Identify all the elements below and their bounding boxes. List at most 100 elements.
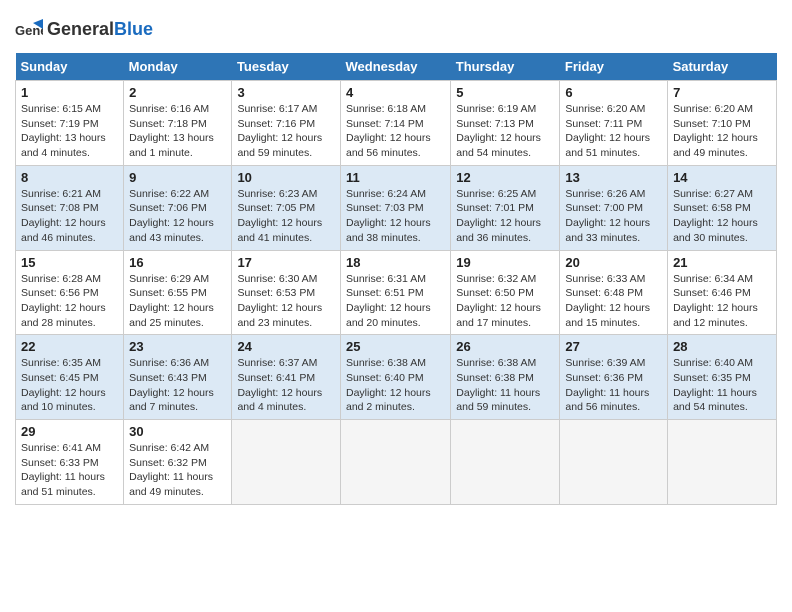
table-row bbox=[232, 420, 341, 505]
daylight-hours: Daylight: 12 hours and 41 minutes. bbox=[237, 216, 335, 245]
daylight-hours: Daylight: 12 hours and 49 minutes. bbox=[673, 131, 771, 160]
calendar-week-row: 22Sunrise: 6:35 AMSunset: 6:45 PMDayligh… bbox=[16, 335, 777, 420]
table-row: 5Sunrise: 6:19 AMSunset: 7:13 PMDaylight… bbox=[451, 81, 560, 166]
daylight-hours: Daylight: 11 hours and 56 minutes. bbox=[565, 386, 662, 415]
daylight-hours: Daylight: 12 hours and 54 minutes. bbox=[456, 131, 554, 160]
table-row: 19Sunrise: 6:32 AMSunset: 6:50 PMDayligh… bbox=[451, 250, 560, 335]
sunrise-time: Sunrise: 6:32 AM bbox=[456, 272, 554, 287]
sunrise-time: Sunrise: 6:35 AM bbox=[21, 356, 118, 371]
table-row: 26Sunrise: 6:38 AMSunset: 6:38 PMDayligh… bbox=[451, 335, 560, 420]
daylight-hours: Daylight: 11 hours and 59 minutes. bbox=[456, 386, 554, 415]
daylight-hours: Daylight: 12 hours and 25 minutes. bbox=[129, 301, 226, 330]
daylight-hours: Daylight: 12 hours and 7 minutes. bbox=[129, 386, 226, 415]
sunset-time: Sunset: 6:41 PM bbox=[237, 371, 335, 386]
daylight-hours: Daylight: 12 hours and 28 minutes. bbox=[21, 301, 118, 330]
table-row: 6 Sunrise: 6:20 AMSunset: 7:11 PMDaylight… bbox=[560, 81, 668, 166]
day-info: Sunrise: 6:24 AMSunset: 7:03 PMDaylight:… bbox=[346, 187, 445, 246]
daylight-hours: Daylight: 12 hours and 10 minutes. bbox=[21, 386, 118, 415]
day-number: 7 bbox=[673, 85, 771, 100]
sunrise-time: Sunrise: 6:24 AM bbox=[346, 187, 445, 202]
daylight-hours: Daylight: 12 hours and 59 minutes. bbox=[237, 131, 335, 160]
day-number: 1 bbox=[21, 85, 118, 100]
daylight-hours: Daylight: 12 hours and 20 minutes. bbox=[346, 301, 445, 330]
day-info: Sunrise: 6:38 AMSunset: 6:40 PMDaylight:… bbox=[346, 356, 445, 415]
sunrise-time: Sunrise: 6:30 AM bbox=[237, 272, 335, 287]
daylight-hours: Daylight: 12 hours and 46 minutes. bbox=[21, 216, 118, 245]
sunrise-time: Sunrise: 6:33 AM bbox=[565, 272, 662, 287]
daylight-hours: Daylight: 12 hours and 2 minutes. bbox=[346, 386, 445, 415]
sunrise-time: Sunrise: 6:31 AM bbox=[346, 272, 445, 287]
table-row bbox=[340, 420, 450, 505]
header-wednesday: Wednesday bbox=[340, 53, 450, 81]
daylight-hours: Daylight: 12 hours and 4 minutes. bbox=[237, 386, 335, 415]
daylight-hours: Daylight: 13 hours and 1 minute. bbox=[129, 131, 226, 160]
daylight-hours: Daylight: 12 hours and 36 minutes. bbox=[456, 216, 554, 245]
day-number: 18 bbox=[346, 255, 445, 270]
day-info: Sunrise: 6:33 AMSunset: 6:48 PMDaylight:… bbox=[565, 272, 662, 331]
table-row: 1Sunrise: 6:15 AMSunset: 7:19 PMDaylight… bbox=[16, 81, 124, 166]
day-number: 14 bbox=[673, 170, 771, 185]
table-row bbox=[668, 420, 777, 505]
day-info: Sunrise: 6:17 AMSunset: 7:16 PMDaylight:… bbox=[237, 102, 335, 161]
calendar-week-row: 8Sunrise: 6:21 AMSunset: 7:08 PMDaylight… bbox=[16, 165, 777, 250]
day-info: Sunrise: 6:21 AMSunset: 7:08 PMDaylight:… bbox=[21, 187, 118, 246]
logo-blue-text: Blue bbox=[114, 19, 153, 39]
day-info: Sunrise: 6:36 AMSunset: 6:43 PMDaylight:… bbox=[129, 356, 226, 415]
day-number: 25 bbox=[346, 339, 445, 354]
day-number: 12 bbox=[456, 170, 554, 185]
table-row: 27Sunrise: 6:39 AMSunset: 6:36 PMDayligh… bbox=[560, 335, 668, 420]
sunset-time: Sunset: 7:14 PM bbox=[346, 117, 445, 132]
sunset-time: Sunset: 6:32 PM bbox=[129, 456, 226, 471]
day-info: Sunrise: 6:35 AMSunset: 6:45 PMDaylight:… bbox=[21, 356, 118, 415]
header-monday: Monday bbox=[124, 53, 232, 81]
day-info: Sunrise: 6:40 AMSunset: 6:35 PMDaylight:… bbox=[673, 356, 771, 415]
day-number: 15 bbox=[21, 255, 118, 270]
day-number: 28 bbox=[673, 339, 771, 354]
daylight-hours: Daylight: 12 hours and 30 minutes. bbox=[673, 216, 771, 245]
day-number: 17 bbox=[237, 255, 335, 270]
day-number: 4 bbox=[346, 85, 445, 100]
table-row: 22Sunrise: 6:35 AMSunset: 6:45 PMDayligh… bbox=[16, 335, 124, 420]
sunset-time: Sunset: 7:03 PM bbox=[346, 201, 445, 216]
table-row: 7Sunrise: 6:20 AMSunset: 7:10 PMDaylight… bbox=[668, 81, 777, 166]
sunrise-time: Sunrise: 6:38 AM bbox=[456, 356, 554, 371]
day-number: 10 bbox=[237, 170, 335, 185]
logo-general-text: General bbox=[47, 19, 114, 39]
sunset-time: Sunset: 7:18 PM bbox=[129, 117, 226, 132]
day-info: Sunrise: 6:22 AMSunset: 7:06 PMDaylight:… bbox=[129, 187, 226, 246]
day-number: 9 bbox=[129, 170, 226, 185]
day-info: Sunrise: 6:30 AMSunset: 6:53 PMDaylight:… bbox=[237, 272, 335, 331]
sunset-time: Sunset: 7:19 PM bbox=[21, 117, 118, 132]
sunrise-time: Sunrise: 6:41 AM bbox=[21, 441, 118, 456]
day-info: Sunrise: 6:31 AMSunset: 6:51 PMDaylight:… bbox=[346, 272, 445, 331]
table-row: 8Sunrise: 6:21 AMSunset: 7:08 PMDaylight… bbox=[16, 165, 124, 250]
day-number: 13 bbox=[565, 170, 662, 185]
day-info: Sunrise: 6:42 AMSunset: 6:32 PMDaylight:… bbox=[129, 441, 226, 500]
sunset-time: Sunset: 6:35 PM bbox=[673, 371, 771, 386]
sunset-time: Sunset: 6:45 PM bbox=[21, 371, 118, 386]
sunset-time: Sunset: 7:16 PM bbox=[237, 117, 335, 132]
table-row: 24Sunrise: 6:37 AMSunset: 6:41 PMDayligh… bbox=[232, 335, 341, 420]
day-number: 23 bbox=[129, 339, 226, 354]
sunset-time: Sunset: 6:36 PM bbox=[565, 371, 662, 386]
day-number: 6 bbox=[565, 85, 662, 100]
day-info: Sunrise: 6:38 AMSunset: 6:38 PMDaylight:… bbox=[456, 356, 554, 415]
daylight-hours: Daylight: 12 hours and 15 minutes. bbox=[565, 301, 662, 330]
sunrise-time: Sunrise: 6:21 AM bbox=[21, 187, 118, 202]
day-number: 27 bbox=[565, 339, 662, 354]
daylight-hours: Daylight: 12 hours and 56 minutes. bbox=[346, 131, 445, 160]
sunrise-time: Sunrise: 6:26 AM bbox=[565, 187, 662, 202]
daylight-hours: Daylight: 12 hours and 43 minutes. bbox=[129, 216, 226, 245]
table-row: 11Sunrise: 6:24 AMSunset: 7:03 PMDayligh… bbox=[340, 165, 450, 250]
sunrise-time: Sunrise: 6:19 AM bbox=[456, 102, 554, 117]
table-row: 25 Sunrise: 6:38 AMSunset: 6:40 PMDayligh… bbox=[340, 335, 450, 420]
sunset-time: Sunset: 6:51 PM bbox=[346, 286, 445, 301]
sunrise-time: Sunrise: 6:40 AM bbox=[673, 356, 771, 371]
sunset-time: Sunset: 6:38 PM bbox=[456, 371, 554, 386]
calendar-week-row: 29Sunrise: 6:41 AMSunset: 6:33 PMDayligh… bbox=[16, 420, 777, 505]
sunrise-time: Sunrise: 6:23 AM bbox=[237, 187, 335, 202]
day-info: Sunrise: 6:20 AMSunset: 7:11 PMDaylight:… bbox=[565, 102, 662, 161]
sunrise-time: Sunrise: 6:42 AM bbox=[129, 441, 226, 456]
day-info: Sunrise: 6:19 AMSunset: 7:13 PMDaylight:… bbox=[456, 102, 554, 161]
table-row: 15Sunrise: 6:28 AMSunset: 6:56 PMDayligh… bbox=[16, 250, 124, 335]
